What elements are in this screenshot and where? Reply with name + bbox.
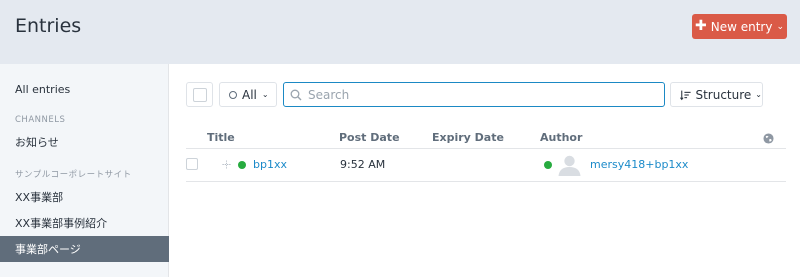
sort-icon xyxy=(680,90,691,100)
status-ring-icon xyxy=(229,90,237,99)
search-field[interactable] xyxy=(283,82,665,107)
author-status-dot xyxy=(544,161,552,169)
structure-view-button[interactable]: Structure ⌄ xyxy=(670,82,763,107)
column-header-title[interactable]: Title xyxy=(207,131,235,144)
search-input[interactable] xyxy=(308,87,648,102)
row-divider xyxy=(186,181,786,182)
search-icon xyxy=(290,89,302,100)
new-entry-label: New entry xyxy=(710,19,773,34)
sidebar-item-label: All entries xyxy=(15,82,71,96)
sidebar-item-xx-division[interactable]: XX事業部 xyxy=(0,184,169,210)
sidebar: All entries CHANNELS お知らせ サンプルコーポレートサイト … xyxy=(0,64,169,277)
page-header: Entries ✚ New entry ⌄ xyxy=(0,0,800,64)
select-all-checkbox[interactable] xyxy=(193,88,207,102)
status-filter-label: All xyxy=(242,87,257,102)
plus-icon: ✚ xyxy=(695,18,707,34)
entry-title-link[interactable]: bp1xx xyxy=(253,158,287,171)
sidebar-item-oshirase[interactable]: お知らせ xyxy=(0,129,169,155)
site-heading: サンプルコーポレートサイト xyxy=(15,170,132,180)
row-checkbox[interactable] xyxy=(186,158,198,170)
column-header-author[interactable]: Author xyxy=(540,131,582,144)
status-filter-button[interactable]: All ⌄ xyxy=(219,82,277,107)
chevron-down-icon: ⌄ xyxy=(776,21,784,32)
chevron-down-icon: ⌄ xyxy=(755,90,762,99)
chevron-down-icon: ⌄ xyxy=(261,90,269,99)
sidebar-item-label: お知らせ xyxy=(15,136,59,149)
page-title: Entries xyxy=(15,15,82,37)
sidebar-item-division-page[interactable]: 事業部ページ xyxy=(0,236,169,262)
table-header-divider xyxy=(186,148,786,149)
sidebar-item-label: XX事業部事例紹介 xyxy=(15,217,108,230)
user-avatar-icon[interactable] xyxy=(557,154,582,176)
status-dot xyxy=(238,161,246,169)
column-header-post-date[interactable]: Post Date xyxy=(339,131,400,144)
author-link[interactable]: mersy418+bp1xx xyxy=(590,158,688,171)
new-entry-button[interactable]: ✚ New entry ⌄ xyxy=(692,14,787,39)
globe-icon[interactable] xyxy=(763,133,774,144)
column-header-expiry-date[interactable]: Expiry Date xyxy=(432,131,504,144)
drag-handle-icon[interactable] xyxy=(222,160,231,169)
sidebar-item-xx-case-studies[interactable]: XX事業部事例紹介 xyxy=(0,210,169,236)
post-date: 9:52 AM xyxy=(340,158,386,171)
sidebar-item-label: 事業部ページ xyxy=(15,243,81,256)
channels-heading: CHANNELS xyxy=(15,115,66,125)
sidebar-item-label: XX事業部 xyxy=(15,191,64,204)
sidebar-item-all-entries[interactable]: All entries xyxy=(0,76,169,102)
structure-label: Structure xyxy=(695,87,752,102)
